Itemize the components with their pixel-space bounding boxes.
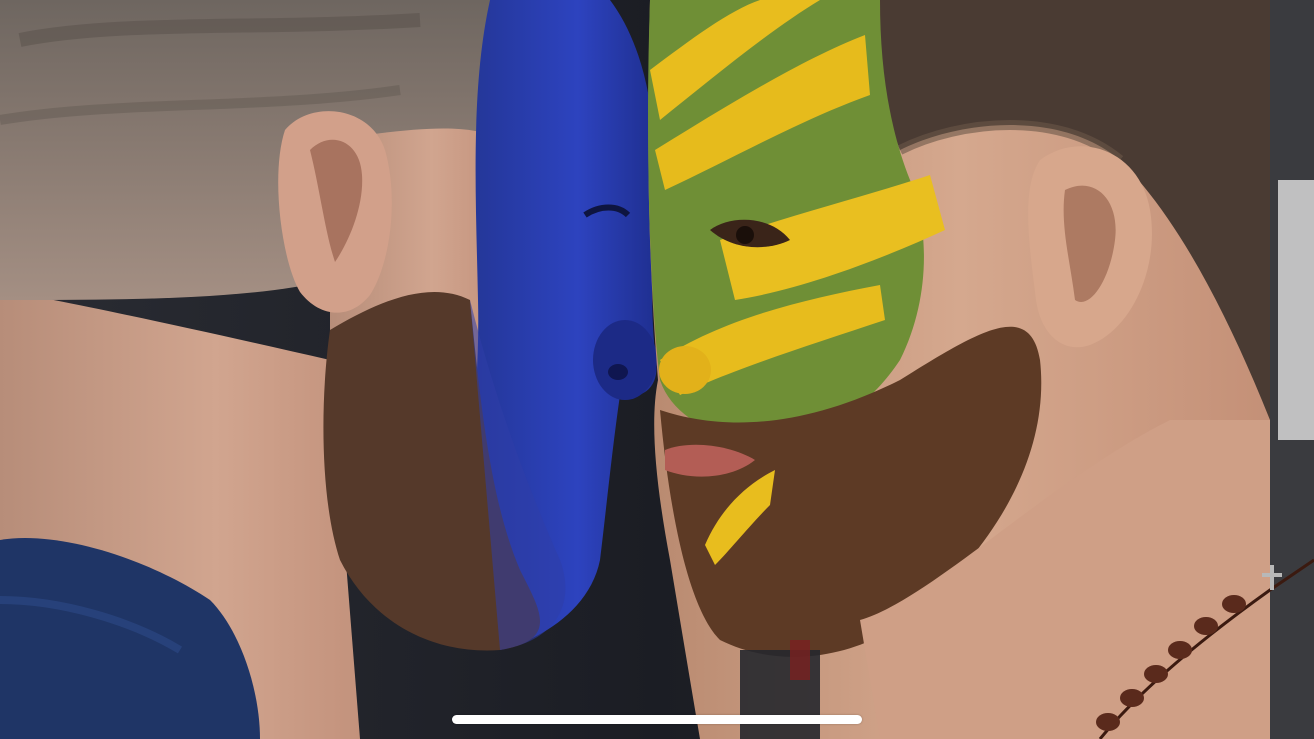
home-indicator-bar[interactable] [452,715,862,724]
photo-frame [0,0,1314,739]
right-fighter [648,0,1314,739]
face-off-photo [0,0,1314,739]
